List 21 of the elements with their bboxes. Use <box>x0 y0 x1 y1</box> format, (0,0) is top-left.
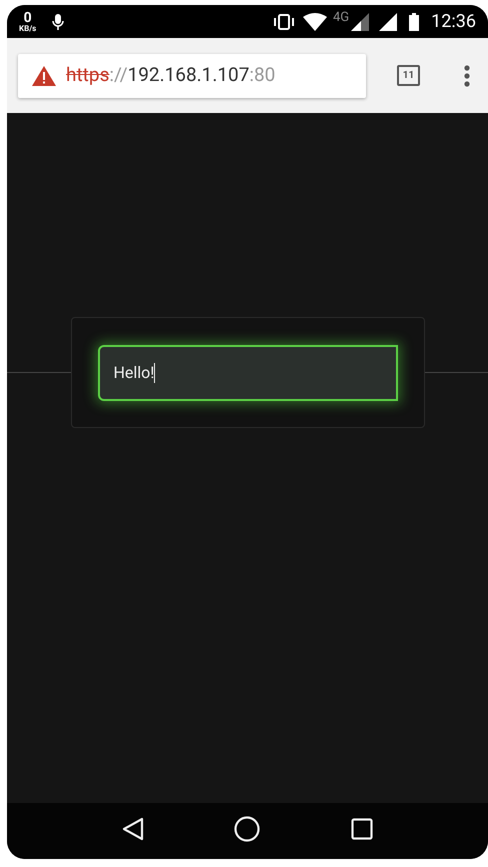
home-icon[interactable] <box>234 816 260 842</box>
signal-icon <box>351 12 370 30</box>
battery-icon <box>409 12 420 30</box>
microphone-icon <box>52 14 64 30</box>
url-text: https://192.168.1.107:80 <box>66 62 276 88</box>
address-bar[interactable]: https://192.168.1.107:80 <box>18 54 366 98</box>
recents-icon[interactable] <box>350 818 373 840</box>
wifi-icon <box>303 12 327 30</box>
vibrate-icon <box>273 14 295 30</box>
network-text: 4G <box>333 9 350 27</box>
signal-icon <box>379 12 398 30</box>
tab-count-button[interactable]: 11 <box>397 65 420 86</box>
warning-icon <box>32 66 56 86</box>
speed-unit: KB/s <box>19 24 36 32</box>
speed-text: 0 <box>24 10 32 24</box>
text-cursor <box>154 362 156 382</box>
text-input[interactable]: Hello! <box>98 344 398 400</box>
back-icon[interactable] <box>122 817 144 841</box>
input-value: Hello! <box>114 362 154 384</box>
more-menu-icon[interactable] <box>464 64 470 86</box>
clock-text: 12:36 <box>431 10 476 34</box>
